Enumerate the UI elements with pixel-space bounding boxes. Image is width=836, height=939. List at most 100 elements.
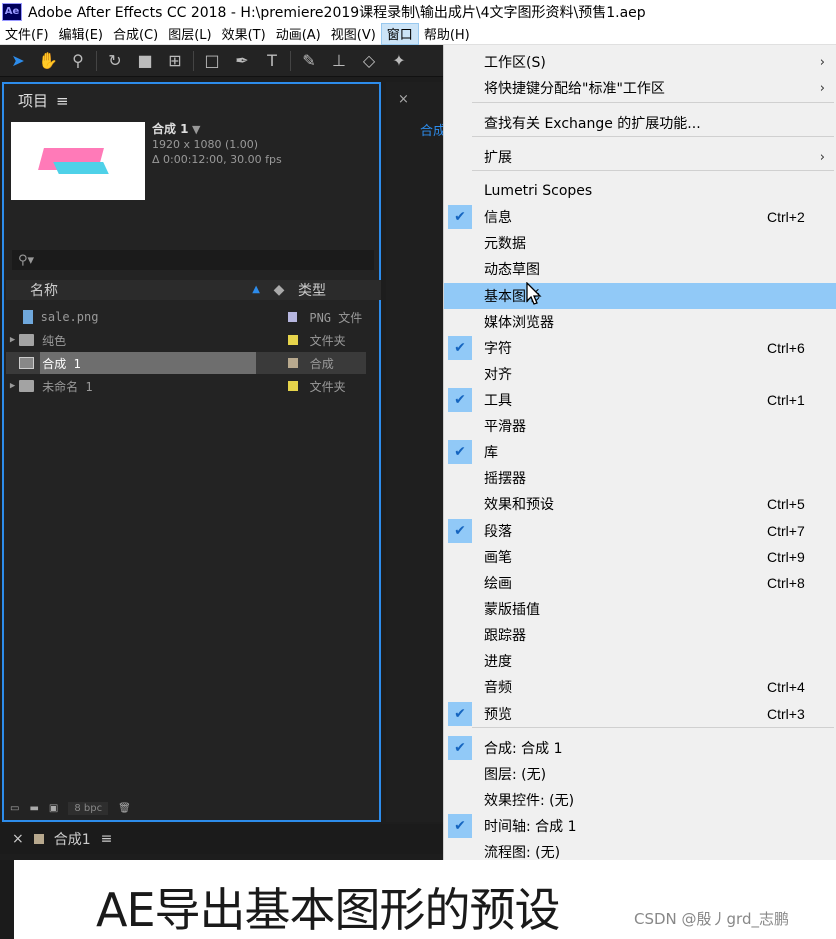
menu-item-shortcut: Ctrl+9 [767,549,805,565]
window-menu-item[interactable]: 扩展 › [444,144,836,170]
label-column-icon[interactable]: ◆ [266,282,292,298]
window-menu-item[interactable]: 效果控件: (无) [444,787,836,813]
window-menu-item[interactable]: 元数据 [444,230,836,256]
label-color-swatch[interactable] [288,358,298,368]
window-menu-item[interactable]: 进度 [444,648,836,674]
expand-arrow-icon[interactable]: ▶ [6,335,19,345]
zoom-tool-icon[interactable]: ⚲ [66,49,90,73]
timeline-tab[interactable]: × 合成1 ≡ [0,824,443,854]
pen-tool-icon[interactable]: ✒ [230,49,254,73]
column-name-header[interactable]: 名称 ▲ [6,280,266,300]
window-menu-item[interactable]: ✔ 时间轴: 合成 1 [444,813,836,839]
window-menu-item[interactable]: ✔ 字符 Ctrl+6 [444,335,836,361]
rotate-tool-icon[interactable]: ↻ [103,49,127,73]
hand-tool-icon[interactable]: ✋ [36,49,60,73]
project-item-row[interactable]: 合成 1 合成 [6,352,366,374]
project-item-name: 合成 1 [40,352,257,374]
project-item-row[interactable]: ▶ 未命名 1 文件夹 [6,375,366,397]
project-item-name: sale.png [40,310,99,324]
expand-arrow-icon[interactable]: ▶ [6,381,19,391]
folder-icon [19,380,35,392]
project-search-input[interactable]: ⚲▾ [12,250,374,270]
window-menu-item[interactable]: 基本图形 [444,283,836,309]
type-tool-icon[interactable]: T [260,49,284,73]
window-menu-item[interactable]: 跟踪器 [444,622,836,648]
window-menu-item[interactable]: 流程图: (无) [444,839,836,860]
panel-menu-icon[interactable]: ≡ [56,92,69,110]
window-menu-item[interactable]: 效果和预设 Ctrl+5 [444,491,836,517]
panel-menu-icon[interactable]: ≡ [101,831,113,847]
window-menu-item[interactable]: 音频 Ctrl+4 [444,674,836,700]
checkmark-icon: ✔ [448,814,472,838]
menu-item-7[interactable]: 窗口 [380,22,419,45]
column-type-header[interactable]: 类型 [292,280,326,300]
selection-tool-icon[interactable]: ➤ [6,49,30,73]
folder-icon [19,334,35,346]
window-menu-item[interactable]: ✔ 信息 Ctrl+2 [444,204,836,230]
window-menu-item[interactable]: ✔ 预览 Ctrl+3 [444,701,836,727]
window-menu-item[interactable]: 媒体浏览器 [444,309,836,335]
window-menu-item[interactable]: 画笔 Ctrl+9 [444,544,836,570]
project-tab[interactable]: 项目 ≡ [18,90,69,111]
window-menu-item[interactable]: 平滑器 [444,413,836,439]
window-menu-item[interactable]: ✔ 工具 Ctrl+1 [444,387,836,413]
comp-dropdown-icon[interactable]: ▼ [192,123,200,136]
menu-item-4[interactable]: 效果(T) [217,23,271,45]
eraser-tool-icon[interactable]: ◇ [357,49,381,73]
rectangle-tool-icon[interactable]: □ [200,49,224,73]
menu-item-label: 效果和预设 [484,497,554,513]
menu-item-6[interactable]: 视图(V) [326,23,381,45]
comp-thumbnail [11,122,145,200]
menu-separator [472,727,834,728]
menu-item-label: 段落 [484,524,512,540]
mouse-cursor-icon [526,282,542,305]
new-comp-icon[interactable]: ▣ [49,803,58,814]
new-folder-icon[interactable]: ▬ [29,803,38,814]
label-color-swatch[interactable] [288,335,298,345]
window-menu-item[interactable]: ✔ 库 [444,439,836,465]
menu-item-label: 跟踪器 [484,628,526,644]
project-item-row[interactable]: ▶ 纯色 文件夹 [6,329,366,351]
window-menu-item[interactable]: 图层: (无) [444,761,836,787]
menu-item-3[interactable]: 图层(L) [163,23,216,45]
brush-tool-icon[interactable]: ✎ [297,49,321,73]
camera-tool-icon[interactable]: ■ [133,49,157,73]
window-menu-item[interactable]: 摇摆器 [444,465,836,491]
window-menu-item[interactable]: 查找有关 Exchange 的扩展功能... [444,110,836,136]
window-menu-item[interactable]: 对齐 [444,361,836,387]
menu-item-1[interactable]: 编辑(E) [54,23,108,45]
menu-item-2[interactable]: 合成(C) [108,23,163,45]
submenu-arrow-icon: › [819,54,825,70]
window-menu-item[interactable]: 将快捷键分配给"标准"工作区 › [444,75,836,101]
pan-behind-tool-icon[interactable]: ⊞ [163,49,187,73]
window-menu-item[interactable]: 工作区(S) › [444,49,836,75]
clone-stamp-tool-icon[interactable]: ⊥ [327,49,351,73]
close-icon[interactable]: × [12,831,24,847]
menu-item-5[interactable]: 动画(A) [271,23,326,45]
menu-item-label: 音频 [484,680,512,696]
window-menu-dropdown: 工作区(S) › 将快捷键分配给"标准"工作区 › 查找有关 Exchange 的扩展功… [443,45,836,860]
menu-item-label: 媒体浏览器 [484,315,554,331]
menu-item-8[interactable]: 帮助(H) [419,23,475,45]
submenu-arrow-icon: › [819,80,825,96]
interpret-footage-icon[interactable]: ▭ [10,803,19,814]
trash-icon[interactable]: 🗑 [118,803,131,814]
menu-item-label: 流程图: (无) [484,845,561,860]
search-icon: ⚲▾ [18,252,35,268]
label-color-swatch[interactable] [287,312,298,322]
menu-item-0[interactable]: 文件(F) [0,23,54,45]
window-menu-item[interactable]: ✔ 段落 Ctrl+7 [444,518,836,544]
label-color-swatch[interactable] [288,381,298,391]
project-item-row[interactable]: sale.png PNG 文件 [6,306,366,328]
window-menu-item[interactable]: 蒙版插值 [444,596,836,622]
checkmark-icon: ✔ [448,519,472,543]
close-icon[interactable]: × [398,92,409,107]
menu-item-label: 预览 [484,707,512,723]
roto-brush-tool-icon[interactable]: ✦ [387,49,411,73]
window-menu-item[interactable]: ✔ 合成: 合成 1 [444,735,836,761]
toolbar-divider [193,50,194,71]
bit-depth-button[interactable]: 8 bpc [68,801,109,815]
window-menu-item[interactable]: 动态草图 [444,256,836,282]
window-menu-item[interactable]: Lumetri Scopes [444,178,836,204]
window-menu-item[interactable]: 绘画 Ctrl+8 [444,570,836,596]
